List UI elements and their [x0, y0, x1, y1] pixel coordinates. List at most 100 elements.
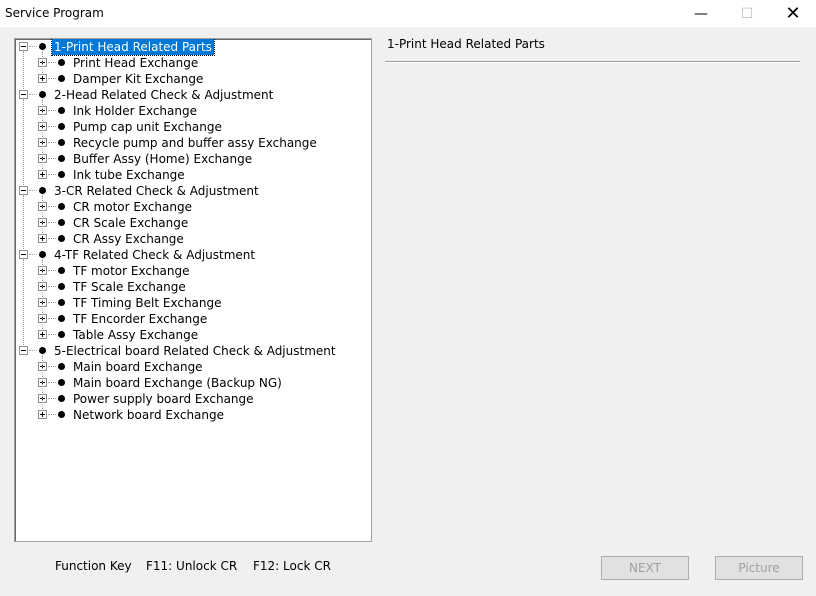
maximize-button[interactable]: ☐	[724, 0, 770, 27]
tree-item-row[interactable]: Main board Exchange (Backup NG)	[15, 375, 371, 391]
node-bullet-icon	[58, 107, 65, 114]
tree-item-row[interactable]: Damper Kit Exchange	[15, 71, 371, 87]
collapse-icon[interactable]	[19, 346, 28, 355]
tree-item-row[interactable]: CR motor Exchange	[15, 199, 371, 215]
detail-title: 1-Print Head Related Parts	[387, 37, 545, 51]
collapse-icon[interactable]	[19, 250, 28, 259]
tree-item-row[interactable]: Ink tube Exchange	[15, 167, 371, 183]
minimize-icon: —	[694, 5, 708, 22]
tree-section-row[interactable]: 3-CR Related Check & Adjustment	[15, 183, 371, 199]
node-bullet-icon	[58, 219, 65, 226]
node-bullet-icon	[58, 267, 65, 274]
close-button[interactable]: ✕	[770, 0, 816, 27]
next-button[interactable]: NEXT	[601, 556, 689, 580]
expand-icon[interactable]	[38, 170, 47, 179]
tree-vertical-connector	[42, 51, 44, 75]
tree-connector	[48, 366, 56, 368]
tree-node-label[interactable]: 3-CR Related Check & Adjustment	[52, 183, 261, 199]
tree-vertical-connector	[23, 51, 25, 91]
node-bullet-icon	[58, 171, 65, 178]
expand-icon[interactable]	[38, 330, 47, 339]
tree-node-label[interactable]: Ink Holder Exchange	[71, 103, 199, 119]
tree-node-label[interactable]: Main board Exchange (Backup NG)	[71, 375, 284, 391]
tree-section-row[interactable]: 4-TF Related Check & Adjustment	[15, 247, 371, 263]
tree-item-row[interactable]: TF Timing Belt Exchange	[15, 295, 371, 311]
tree-vertical-connector	[42, 355, 44, 411]
tree-item-row[interactable]: Table Assy Exchange	[15, 327, 371, 343]
node-bullet-icon	[58, 299, 65, 306]
tree-node-label[interactable]: Recycle pump and buffer assy Exchange	[71, 135, 319, 151]
tree-connector	[48, 382, 56, 384]
tree-vertical-connector	[42, 99, 44, 171]
node-bullet-icon	[58, 363, 65, 370]
tree-item-row[interactable]: Main board Exchange	[15, 359, 371, 375]
tree-connector	[48, 142, 56, 144]
tree-connector	[48, 318, 56, 320]
tree-vertical-connector	[42, 195, 44, 235]
node-bullet-icon	[39, 347, 46, 354]
tree-connector	[48, 286, 56, 288]
tree-node-label[interactable]: Power supply board Exchange	[71, 391, 256, 407]
tree-connector	[48, 174, 56, 176]
maximize-icon: ☐	[740, 5, 754, 22]
collapse-icon[interactable]	[19, 42, 28, 51]
tree-node-label[interactable]: CR Assy Exchange	[71, 231, 186, 247]
node-bullet-icon	[39, 43, 46, 50]
tree-node-label[interactable]: 5-Electrical board Related Check & Adjus…	[52, 343, 338, 359]
tree-node-label[interactable]: Ink tube Exchange	[71, 167, 187, 183]
tree-item-row[interactable]: Ink Holder Exchange	[15, 103, 371, 119]
tree-node-label[interactable]: Network board Exchange	[71, 407, 226, 423]
tree-node-label[interactable]: TF Timing Belt Exchange	[71, 295, 224, 311]
tree-node-label[interactable]: CR motor Exchange	[71, 199, 194, 215]
title-bar: Service Program — ☐ ✕	[0, 0, 816, 27]
tree-item-row[interactable]: Recycle pump and buffer assy Exchange	[15, 135, 371, 151]
collapse-icon[interactable]	[19, 90, 28, 99]
window-title: Service Program	[5, 6, 104, 20]
tree-section-row[interactable]: 1-Print Head Related Parts	[15, 39, 371, 56]
tree-node-label[interactable]: Pump cap unit Exchange	[71, 119, 224, 135]
tree-view[interactable]: 1-Print Head Related Parts Print Head Exc…	[14, 38, 372, 542]
tree-node-label[interactable]: Damper Kit Exchange	[71, 71, 205, 87]
tree-node-label[interactable]: Main board Exchange	[71, 359, 205, 375]
picture-button[interactable]: Picture	[715, 556, 803, 580]
expand-icon[interactable]	[38, 74, 47, 83]
tree-node-label[interactable]: 1-Print Head Related Parts	[51, 39, 215, 56]
node-bullet-icon	[58, 59, 65, 66]
tree-item-row[interactable]: CR Assy Exchange	[15, 231, 371, 247]
tree-item-row[interactable]: Network board Exchange	[15, 407, 371, 423]
node-bullet-icon	[58, 139, 65, 146]
tree-item-row[interactable]: Print Head Exchange	[15, 55, 371, 71]
node-bullet-icon	[58, 315, 65, 322]
expand-icon[interactable]	[38, 410, 47, 419]
tree-connector	[48, 398, 56, 400]
tree-connector	[48, 334, 56, 336]
tree-item-row[interactable]: TF motor Exchange	[15, 263, 371, 279]
expand-icon[interactable]	[38, 234, 47, 243]
tree-item-row[interactable]: TF Encorder Exchange	[15, 311, 371, 327]
node-bullet-icon	[39, 251, 46, 258]
collapse-icon[interactable]	[19, 186, 28, 195]
tree-node-label[interactable]: 2-Head Related Check & Adjustment	[52, 87, 275, 103]
tree-node-label[interactable]: 4-TF Related Check & Adjustment	[52, 247, 257, 263]
node-bullet-icon	[58, 379, 65, 386]
tree-node-label[interactable]: Buffer Assy (Home) Exchange	[71, 151, 254, 167]
tree-vertical-connector	[23, 195, 25, 251]
next-button-label: NEXT	[629, 561, 661, 575]
tree-node-label[interactable]: CR Scale Exchange	[71, 215, 190, 231]
tree-section-row[interactable]: 5-Electrical board Related Check & Adjus…	[15, 343, 371, 359]
tree-node-label[interactable]: Print Head Exchange	[71, 55, 200, 71]
tree-item-row[interactable]: CR Scale Exchange	[15, 215, 371, 231]
tree-item-row[interactable]: Power supply board Exchange	[15, 391, 371, 407]
node-bullet-icon	[58, 75, 65, 82]
tree-item-row[interactable]: TF Scale Exchange	[15, 279, 371, 295]
minimize-button[interactable]: —	[678, 0, 724, 27]
tree-item-row[interactable]: Buffer Assy (Home) Exchange	[15, 151, 371, 167]
tree-node-label[interactable]: TF Encorder Exchange	[71, 311, 209, 327]
f12-hint: F12: Lock CR	[253, 559, 331, 573]
tree-node-label[interactable]: TF motor Exchange	[71, 263, 192, 279]
tree-connector	[48, 414, 56, 416]
tree-node-label[interactable]: Table Assy Exchange	[71, 327, 200, 343]
tree-node-label[interactable]: TF Scale Exchange	[71, 279, 188, 295]
tree-section-row[interactable]: 2-Head Related Check & Adjustment	[15, 87, 371, 103]
tree-item-row[interactable]: Pump cap unit Exchange	[15, 119, 371, 135]
